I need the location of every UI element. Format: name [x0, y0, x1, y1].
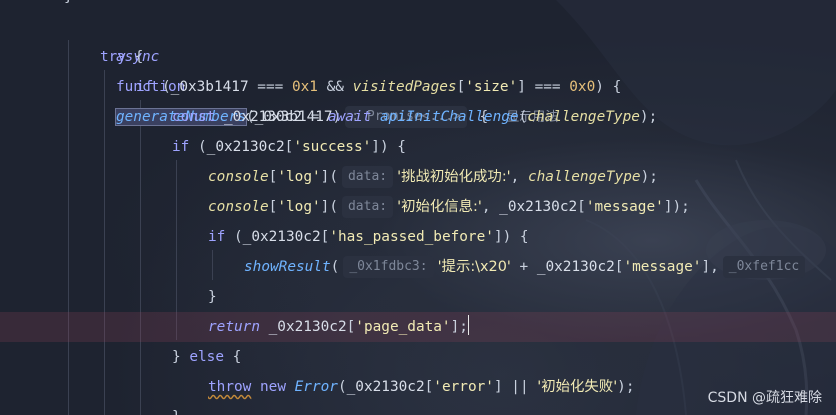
current-code-line[interactable]: return _0x2130c2['page_data']; — [0, 312, 836, 342]
bracket: [ — [456, 79, 466, 95]
variable: _0x2130c2 — [259, 319, 347, 335]
code-line[interactable]: if (_0x3b1417 === 0x1 && visitedPages['s… — [0, 72, 836, 102]
string-literal: '初始化信息:' — [397, 199, 482, 215]
bracket: [ — [577, 199, 586, 215]
param-hint: data: — [341, 166, 394, 188]
paren: ( — [153, 79, 171, 95]
operator: ] || — [493, 379, 538, 395]
brace: { — [224, 349, 242, 365]
argument: challengeType — [527, 109, 640, 125]
code-line[interactable]: const _0x2130c2 = await apiInitChallenge… — [0, 102, 836, 132]
variable: _0x3b1417 — [170, 79, 249, 95]
string-literal: 'has_passed_before' — [329, 229, 494, 245]
paren: ( — [518, 109, 528, 125]
paren: ( — [225, 229, 243, 245]
string-literal: '初始化失败' — [537, 379, 618, 395]
param-hint: _0xfef1cc — [722, 256, 806, 278]
code-line[interactable]: if (_0x2130c2['success']) { — [0, 132, 836, 162]
function-call[interactable]: apiInitChallenge — [371, 109, 519, 125]
console-object: console — [208, 169, 269, 185]
string-literal: 'log' — [277, 199, 321, 215]
variable: _0x2130c2 — [206, 139, 285, 155]
bracket: [ — [346, 319, 356, 335]
paren: ( — [337, 379, 347, 395]
bracket: ]( — [320, 169, 338, 185]
operator: = — [301, 109, 328, 125]
argument: challengeType — [527, 169, 641, 185]
paren: ) { — [595, 79, 622, 95]
else-keyword: else — [180, 349, 224, 365]
param-hint: data: — [341, 196, 394, 218]
closing-brace: } — [64, 0, 73, 12]
comma: , — [481, 199, 500, 215]
if-keyword: if — [208, 229, 226, 245]
string-literal: 'log' — [277, 169, 321, 185]
paren: ); — [639, 109, 658, 125]
operator: && — [317, 79, 353, 95]
operator: + — [510, 259, 537, 275]
return-keyword: return — [208, 319, 260, 335]
number-literal: 0x0 — [569, 79, 596, 95]
bracket: [ — [284, 139, 294, 155]
new-keyword: new — [251, 379, 286, 395]
if-keyword: if — [172, 139, 190, 155]
variable: _0x2130c2 — [346, 379, 425, 395]
variable: visitedPages — [352, 79, 457, 95]
number-literal: 0x1 — [291, 79, 318, 95]
string-literal: '提示:\x20' — [437, 259, 511, 275]
paren: ( — [189, 139, 207, 155]
code-editor[interactable]: } async function generateNumbers(_0x3b14… — [0, 0, 836, 415]
bracket: ]) { — [371, 139, 406, 155]
code-line[interactable]: try { — [0, 42, 836, 72]
operator: === — [248, 79, 292, 95]
code-line[interactable]: async function generateNumbers(_0x3b1417… — [0, 12, 836, 128]
code-line[interactable]: } else { — [0, 342, 836, 372]
bracket: ]); — [663, 199, 690, 215]
string-literal: 'message' — [585, 199, 664, 215]
closing-brace: } — [208, 289, 217, 305]
text-cursor — [467, 315, 469, 335]
class-name: Error — [285, 379, 338, 395]
variable: _0x2130c2 — [536, 259, 615, 275]
param-hint: _0x1fdbc3: — [343, 256, 434, 278]
string-literal: 'success' — [293, 139, 372, 155]
code-line[interactable]: showResult(_0x1fdbc3: '提示:\x20' + _0x2130… — [0, 252, 836, 282]
string-literal: 'page_data' — [355, 319, 451, 335]
brace: { — [126, 49, 144, 65]
paren: ); — [640, 169, 658, 185]
brace: } — [172, 349, 181, 365]
bracket: ]; — [450, 319, 468, 335]
bracket: ], — [701, 259, 719, 275]
variable: _0x2130c2 — [242, 229, 321, 245]
variable: _0x2130c2 — [215, 109, 302, 125]
watermark: CSDN @疏狂难除 — [707, 390, 822, 406]
const-keyword: const — [172, 109, 216, 125]
paren: ); — [617, 379, 635, 395]
await-keyword: await — [327, 109, 372, 125]
comma: , — [510, 169, 528, 185]
function-call[interactable]: showResult — [244, 259, 331, 275]
variable: _0x2130c2 — [499, 199, 578, 215]
code-line[interactable]: } — [0, 282, 836, 312]
string-literal: 'size' — [465, 79, 518, 95]
bracket: [ — [320, 229, 330, 245]
string-literal: 'error' — [433, 379, 494, 395]
code-line[interactable]: console['log'](data: '初始化信息:', _0x2130c2[… — [0, 192, 836, 222]
string-literal: '挑战初始化成功:' — [397, 169, 511, 185]
string-literal: 'message' — [623, 259, 702, 275]
bracket: ]( — [320, 199, 338, 215]
bracket: ] — [517, 79, 526, 95]
closing-brace: } — [172, 402, 181, 415]
code-line[interactable]: if (_0x2130c2['has_passed_before']) { — [0, 222, 836, 252]
code-line[interactable]: console['log'](data: '挑战初始化成功:', challeng… — [0, 162, 836, 192]
try-keyword: try — [100, 49, 126, 65]
operator: === — [525, 79, 570, 95]
bracket: [ — [424, 379, 434, 395]
if-keyword: if — [136, 79, 154, 95]
bracket: ]) { — [493, 229, 529, 245]
console-object: console — [208, 199, 269, 215]
code-line[interactable]: } — [0, 0, 836, 12]
throw-keyword: throw — [208, 379, 252, 395]
paren: ( — [330, 259, 340, 275]
